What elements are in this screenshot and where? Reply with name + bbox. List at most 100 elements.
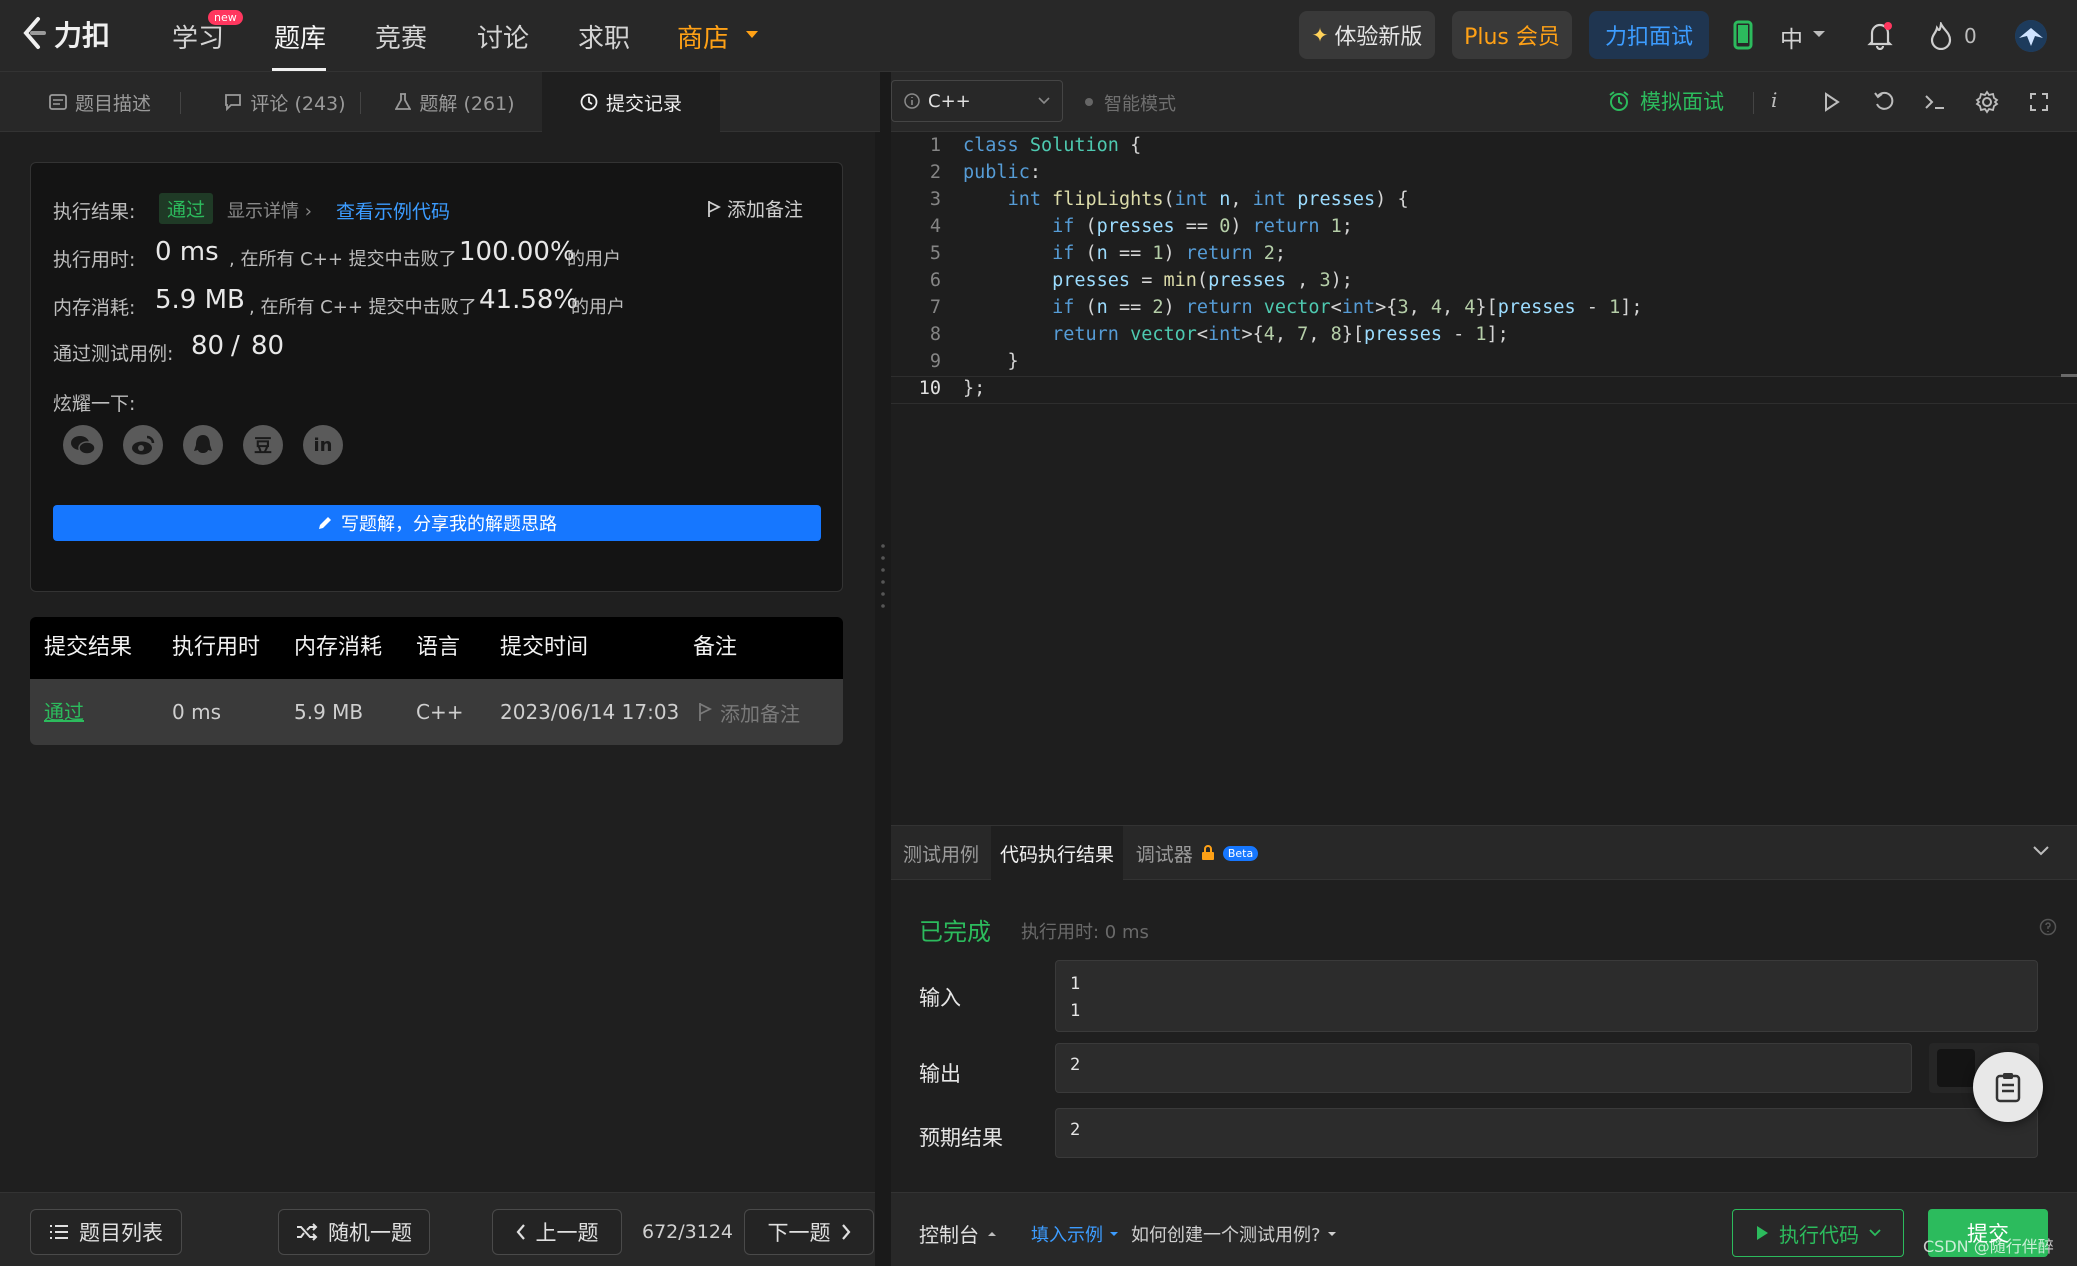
line-number: 3 [929, 189, 941, 210]
fire-count: 0 [1964, 24, 1977, 48]
tab-separator [360, 92, 361, 114]
tab-description-label: 题目描述 [74, 92, 151, 115]
editor-toolbar: C++ 智能模式 模拟面试 i [891, 72, 2077, 132]
smart-mode-toggle[interactable]: 智能模式 [1104, 90, 1176, 116]
tab-test-cases[interactable]: 测试用例 [891, 826, 991, 880]
pane-resize-handle[interactable] [875, 132, 891, 1266]
tests-passed: 80 [191, 331, 225, 361]
tab-solutions[interactable]: 题解 (261) [385, 72, 525, 132]
brand-logo[interactable]: 力扣 [22, 14, 110, 54]
col-header-note: 备注 [693, 635, 738, 660]
beta-badge: Beta [1222, 845, 1259, 861]
nav-discuss[interactable]: 讨论 [477, 18, 529, 55]
language-switch[interactable]: 中 [1780, 20, 1803, 54]
row-result-link[interactable]: 通过 [44, 679, 84, 745]
mock-interview-label: 模拟面试 [1640, 90, 1724, 114]
write-solution-button[interactable]: 写题解，分享我的解题思路 [53, 505, 821, 541]
sample-code-link[interactable]: 查看示例代码 [336, 197, 450, 224]
show-details-link[interactable]: 显示详情 › [227, 197, 312, 223]
tab-run-result[interactable]: 代码执行结果 [991, 826, 1123, 880]
run-code-button[interactable]: 执行代码 [1732, 1209, 1904, 1257]
fire-icon[interactable] [1930, 22, 1952, 50]
language-select[interactable]: C++ [891, 80, 1063, 122]
terminal-icon[interactable] [1923, 92, 1947, 112]
add-note-button[interactable]: 添加备注 [707, 195, 803, 222]
info-icon[interactable]: i [1771, 88, 1777, 112]
tests-total: 80 [251, 331, 285, 361]
random-problem-button[interactable]: 随机一题 [278, 1209, 430, 1255]
write-solution-label: 写题解，分享我的解题思路 [341, 514, 557, 535]
runtime-percentile: 100.00% [459, 237, 575, 267]
tab-comments[interactable]: 评论 (243) [205, 72, 365, 132]
run-play-icon[interactable] [1823, 92, 1841, 112]
nav-contest[interactable]: 竞赛 [375, 18, 427, 55]
input-label: 输入 [919, 986, 961, 1010]
left-pane: 执行结果: 通过 显示详情 › 查看示例代码 添加备注 执行用时: 0 ms ,… [0, 132, 875, 1192]
code-line: class Solution { [963, 135, 1142, 156]
next-problem-button[interactable]: 下一题 [744, 1209, 874, 1255]
mock-interview-button[interactable]: 模拟面试 [1608, 86, 1724, 116]
lock-icon [1201, 845, 1214, 860]
leetcode-logo-icon [23, 17, 46, 49]
nav-jobs[interactable]: 求职 [578, 18, 630, 55]
console-panel: 已完成 执行用时: 0 ms 输入 1 1 输出 2 差别 预期结果 2 [891, 880, 2077, 1192]
floating-clipboard-button[interactable] [1973, 1052, 2043, 1122]
watermark: CSDN @随行伴醉 [1923, 1237, 2054, 1256]
problem-list-button[interactable]: 题目列表 [30, 1209, 182, 1255]
tab-description[interactable]: 题目描述 [30, 72, 170, 132]
debugger-label: 调试器 [1135, 843, 1193, 866]
weibo-icon[interactable] [123, 425, 163, 465]
linkedin-icon[interactable]: in [303, 425, 343, 465]
wechat-icon[interactable] [63, 425, 103, 465]
tab-comments-label: 评论 (243) [250, 92, 346, 115]
console-tabs: 测试用例 代码执行结果 调试器 Beta [891, 825, 2077, 880]
line-number: 10 [918, 378, 941, 399]
console-toggle-label: 控制台 [919, 1223, 979, 1247]
line-number: 6 [929, 270, 941, 291]
prev-problem-button[interactable]: 上一题 [492, 1209, 622, 1255]
caret-up-icon [988, 1231, 996, 1236]
fullscreen-icon[interactable] [2029, 92, 2049, 112]
nav-store[interactable]: 商店 [677, 18, 729, 55]
next-problem-label: 下一题 [767, 1221, 831, 1245]
row-add-note-button[interactable]: 添加备注 [698, 679, 800, 745]
reset-icon[interactable] [1873, 90, 1895, 112]
pencil-icon [319, 517, 331, 529]
plus-member-button[interactable]: Plus 会员 [1452, 11, 1572, 59]
runtime-beat-text: , 在所有 C++ 提交中击败了 [229, 249, 457, 270]
memory-label: 内存消耗: [53, 297, 136, 319]
run-code-label: 执行代码 [1779, 1222, 1859, 1247]
nav-problems[interactable]: 题库 [274, 18, 326, 55]
code-line: int flipLights(int n, int presses) { [1007, 189, 1409, 210]
lang-dropdown-icon[interactable] [1812, 30, 1826, 38]
brand-name: 力扣 [54, 19, 111, 52]
language-select-value: C++ [928, 90, 971, 112]
how-to-test-dropdown[interactable]: 如何创建一个测试用例? [1131, 1221, 1337, 1247]
douban-icon[interactable]: 豆 [243, 425, 283, 465]
drag-handle-icon [881, 544, 885, 608]
mobile-icon[interactable] [1732, 20, 1754, 50]
flag-icon [708, 200, 721, 217]
input-field[interactable]: 1 1 [1055, 960, 2038, 1032]
run-runtime: 执行用时: 0 ms [1021, 922, 1149, 943]
tab-debugger[interactable]: 调试器 Beta [1133, 826, 1261, 880]
new-version-button[interactable]: ✦ 体验新版 [1299, 11, 1435, 59]
alarm-clock-icon [1609, 91, 1629, 111]
problem-list-label: 题目列表 [79, 1221, 163, 1245]
qq-icon[interactable] [183, 425, 223, 465]
fill-example-dropdown[interactable]: 填入示例 [1031, 1221, 1119, 1247]
console-toggle[interactable]: 控制台 [919, 1219, 997, 1248]
avatar[interactable] [2015, 20, 2047, 52]
tab-submissions[interactable]: 提交记录 [542, 72, 720, 132]
store-dropdown-icon[interactable] [744, 30, 760, 40]
collapse-chevron-icon[interactable] [2033, 846, 2049, 856]
code-line: return vector<int>{4, 7, 8}[presses - 1]… [1052, 324, 1509, 345]
expected-label: 预期结果 [919, 1126, 1003, 1150]
notification-bell-icon[interactable] [1867, 20, 1893, 50]
wechat-glyph-icon [71, 436, 96, 455]
interview-button[interactable]: 力扣面试 [1589, 11, 1709, 59]
code-editor[interactable]: 1 2 3 4 5 6 7 8 9 10 class Solution { pu… [891, 132, 2077, 825]
help-circle-icon[interactable] [2039, 918, 2057, 936]
settings-gear-icon[interactable] [1975, 90, 1999, 114]
comment-icon [225, 94, 242, 111]
